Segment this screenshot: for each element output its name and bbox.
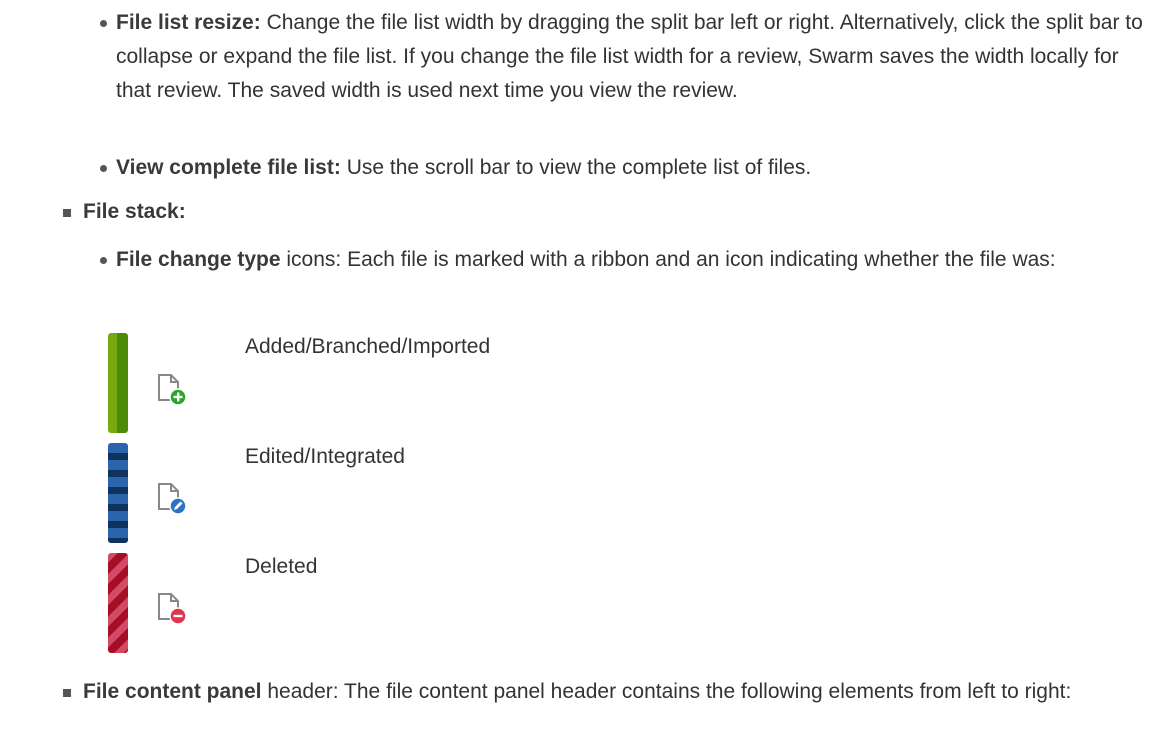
ribbon-deleted (108, 553, 128, 653)
list-item-view-complete-file-list: View complete file list: Use the scroll … (116, 151, 1156, 185)
term-view-complete-file-list: View complete file list: (116, 156, 341, 179)
term-file-content-panel: File content panel (83, 680, 262, 703)
list-item-file-stack: File stack: (83, 195, 1153, 229)
description-file-content-panel: header: The file content panel header co… (261, 680, 1072, 703)
description-view-complete-file-list: Use the scroll bar to view the complete … (340, 156, 812, 179)
file-edit-icon (158, 483, 187, 515)
bullet-square (63, 209, 71, 217)
list-item-file-change-type: File change type icons: Each file is mar… (116, 243, 1126, 277)
term-file-list-resize: File list resize: (116, 11, 261, 34)
term-file-change-type: File change type (116, 248, 281, 271)
ribbon-added (108, 333, 128, 433)
file-delete-icon (158, 593, 187, 625)
bullet-dot (100, 257, 107, 264)
bullet-square (63, 689, 71, 697)
file-add-icon (158, 374, 187, 406)
ribbon-edited (108, 443, 128, 543)
list-item-file-content-panel: File content panel header: The file cont… (83, 675, 1133, 709)
description-file-list-resize: Change the file list width by dragging t… (116, 11, 1143, 102)
legend-label-edited: Edited/Integrated (245, 445, 405, 468)
legend-label-added: Added/Branched/Imported (245, 335, 491, 358)
bullet-dot (100, 165, 107, 172)
description-file-change-type: icons: Each file is marked with a ribbon… (280, 248, 1056, 271)
list-item-file-list-resize: File list resize: Change the file list w… (116, 6, 1156, 108)
legend-label-deleted: Deleted (245, 555, 318, 578)
term-file-stack: File stack: (83, 200, 186, 223)
bullet-dot (100, 20, 107, 27)
